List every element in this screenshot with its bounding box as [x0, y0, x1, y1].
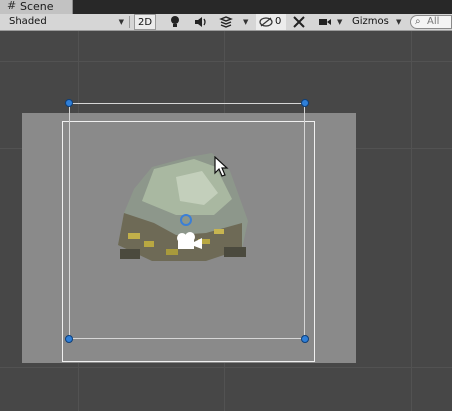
scene-lighting-toggle[interactable]	[165, 14, 185, 30]
rect-handle-top-right[interactable]	[301, 99, 309, 107]
toggle-2d-label: 2D	[137, 17, 153, 28]
grid-line	[0, 367, 452, 368]
toggle-2d-button[interactable]: 2D	[134, 14, 156, 30]
shading-mode-label: Shaded	[9, 16, 47, 27]
chevron-down-icon: ▼	[243, 18, 249, 26]
shading-mode-dropdown[interactable]: Shaded ▼	[9, 14, 127, 30]
tab-scene[interactable]: # Scene	[0, 0, 73, 14]
rect-handle-bottom-right[interactable]	[301, 335, 309, 343]
grid-line	[411, 31, 412, 411]
cursor-icon	[214, 156, 229, 177]
effects-icon	[219, 16, 233, 28]
camera-gizmo-icon[interactable]	[176, 231, 204, 251]
search-field[interactable]: ⌕ All	[410, 15, 452, 29]
gizmos-label: Gizmos	[352, 16, 389, 27]
grid-icon: #	[7, 0, 17, 12]
scene-toolbar: Shaded ▼ 2D ▼ 0 ▼ Gizmos ▼ ⌕ All	[0, 14, 452, 31]
rect-handle-bottom-left[interactable]	[65, 335, 73, 343]
search-icon: ⌕	[415, 16, 421, 27]
audio-icon	[195, 17, 206, 27]
chevron-down-icon: ▼	[337, 18, 343, 26]
tab-scene-label: Scene	[20, 0, 54, 13]
visibility-icon	[259, 17, 273, 27]
tab-bar: # Scene	[0, 0, 452, 14]
camera-icon	[319, 19, 331, 25]
effects-dropdown[interactable]: ▼	[219, 14, 251, 30]
tools-toggle[interactable]	[291, 14, 307, 30]
lighting-icon	[171, 16, 179, 27]
pivot-icon[interactable]	[180, 214, 192, 226]
chevron-down-icon: ▼	[396, 18, 402, 26]
gizmos-dropdown[interactable]: Gizmos ▼	[349, 14, 405, 30]
separator	[129, 16, 130, 28]
scene-viewport[interactable]	[0, 31, 452, 411]
grid-line	[0, 61, 452, 62]
chevron-down-icon: ▼	[118, 18, 124, 26]
hidden-count: 0	[275, 16, 282, 27]
audio-toggle[interactable]	[191, 14, 211, 30]
hidden-objects-toggle[interactable]: 0	[256, 14, 286, 30]
tools-icon	[293, 16, 305, 28]
search-placeholder: All	[427, 16, 440, 27]
rect-handle-top-left[interactable]	[65, 99, 73, 107]
camera-dropdown[interactable]: ▼	[316, 14, 346, 30]
